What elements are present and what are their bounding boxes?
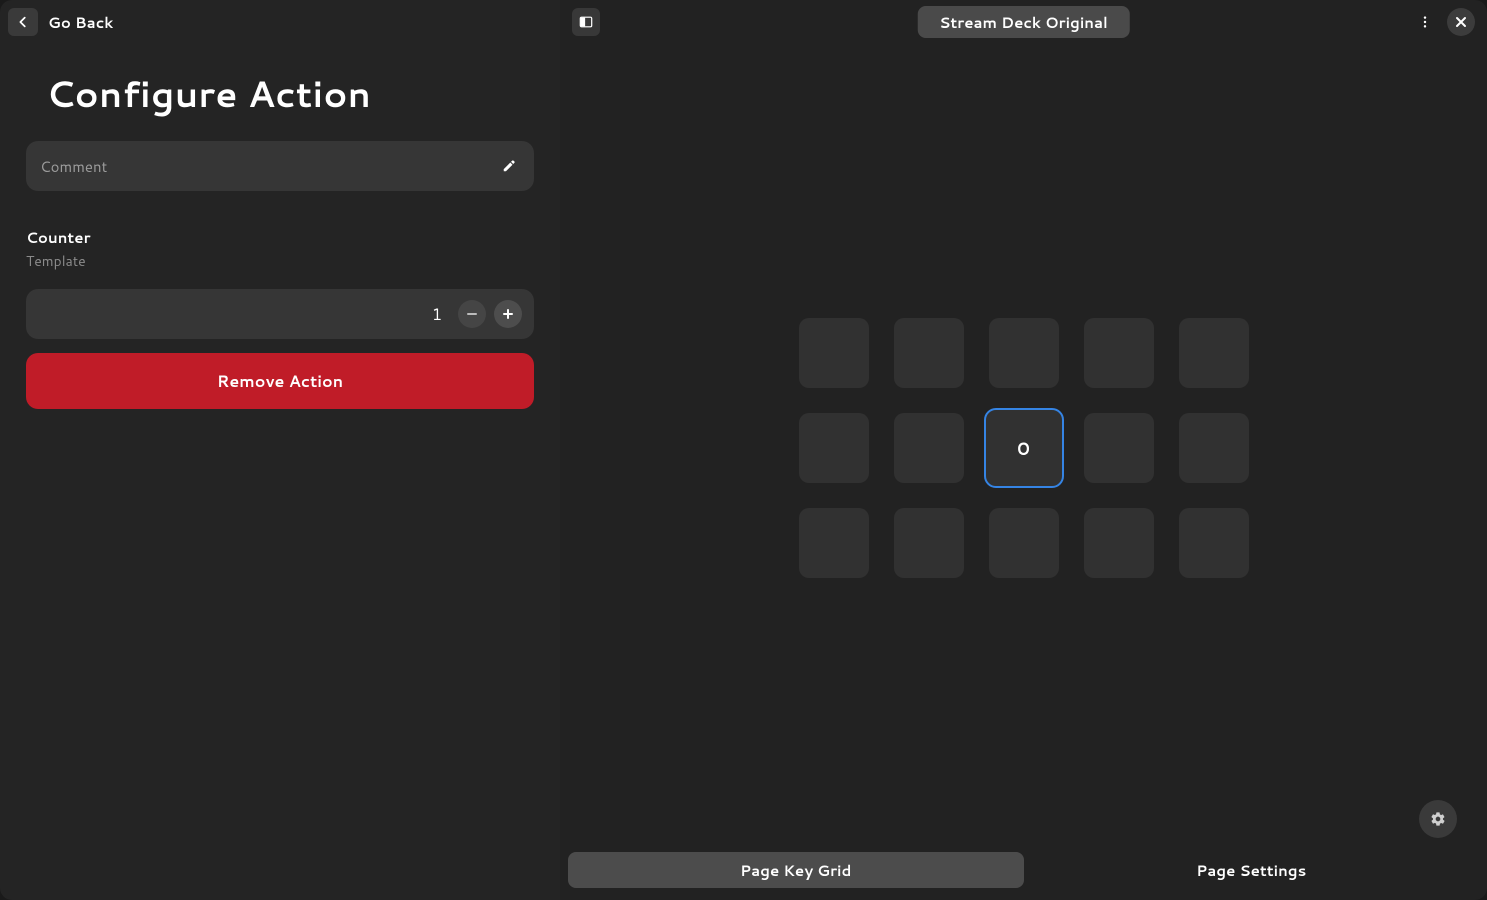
deck-key-10[interactable]: [799, 508, 869, 578]
close-button[interactable]: [1447, 8, 1475, 36]
deck-key-4[interactable]: [1179, 318, 1249, 388]
sidebar-icon: [579, 15, 593, 29]
grid-area: 0: [560, 44, 1487, 852]
kebab-icon: [1418, 15, 1432, 29]
bottom-tabs: Page Key Grid Page Settings: [560, 852, 1487, 900]
deck-key-0[interactable]: [799, 318, 869, 388]
deck-key-13[interactable]: [1084, 508, 1154, 578]
go-back-button[interactable]: [8, 8, 38, 36]
counter-stepper: 1: [26, 289, 534, 339]
go-back-label: Go Back: [48, 12, 113, 33]
tab-page-settings[interactable]: Page Settings: [1024, 852, 1480, 888]
counter-value: 1: [432, 303, 442, 326]
remove-action-label: Remove Action: [217, 370, 343, 393]
remove-action-button[interactable]: Remove Action: [26, 353, 534, 409]
comment-placeholder: Comment: [40, 156, 107, 177]
deck-key-3[interactable]: [1084, 318, 1154, 388]
device-label: Stream Deck Original: [939, 12, 1107, 33]
deck-key-2[interactable]: [989, 318, 1059, 388]
pencil-icon: [502, 159, 516, 173]
deck-key-7[interactable]: 0: [984, 408, 1064, 488]
counter-increment-button[interactable]: [494, 300, 522, 328]
tab-label: Page Key Grid: [740, 860, 851, 881]
menu-button[interactable]: [1411, 8, 1439, 36]
counter-decrement-button[interactable]: [458, 300, 486, 328]
page-title: Configure Action: [46, 68, 534, 119]
tab-label: Page Settings: [1196, 860, 1306, 881]
left-header: Go Back: [0, 0, 560, 44]
device-panel: Stream Deck Original 0: [560, 0, 1487, 900]
deck-key-8[interactable]: [1084, 413, 1154, 483]
config-panel: Go Back Configure Action Comment Counter…: [0, 0, 560, 900]
deck-key-6[interactable]: [894, 413, 964, 483]
page-settings-fab[interactable]: [1419, 800, 1457, 838]
device-selector[interactable]: Stream Deck Original: [917, 6, 1129, 38]
deck-key-1[interactable]: [894, 318, 964, 388]
deck-key-11[interactable]: [894, 508, 964, 578]
deck-key-9[interactable]: [1179, 413, 1249, 483]
top-bar: Stream Deck Original: [560, 0, 1487, 44]
toggle-sidebar-button[interactable]: [572, 8, 600, 36]
deck-key-5[interactable]: [799, 413, 869, 483]
close-icon: [1455, 16, 1467, 28]
deck-key-12[interactable]: [989, 508, 1059, 578]
deck-key-label: 0: [1017, 435, 1030, 461]
deck-key-14[interactable]: [1179, 508, 1249, 578]
counter-section-label: Counter: [26, 227, 534, 248]
key-grid: 0: [799, 318, 1249, 578]
plus-icon: [502, 308, 514, 320]
tab-page-key-grid[interactable]: Page Key Grid: [568, 852, 1024, 888]
comment-field[interactable]: Comment: [26, 141, 534, 191]
arrow-left-icon: [16, 15, 30, 29]
minus-icon: [466, 308, 478, 320]
counter-section-sub: Template: [26, 251, 534, 271]
gear-icon: [1430, 811, 1446, 827]
